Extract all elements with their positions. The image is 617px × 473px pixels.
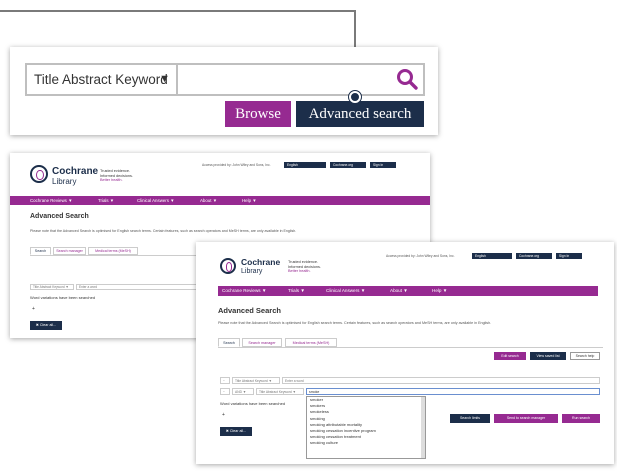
field-select[interactable]: Title Abstract Keyword ▼ bbox=[27, 65, 178, 94]
tab-mesh[interactable]: Medical terms (MeSH) bbox=[88, 247, 138, 255]
nav-help[interactable]: Help ▼ bbox=[242, 196, 257, 205]
row-minus-icon[interactable]: − bbox=[220, 377, 230, 384]
page-title: Advanced Search bbox=[30, 213, 89, 220]
tab-search[interactable]: Search bbox=[30, 247, 51, 255]
nav-clinical-answers[interactable]: Clinical Answers ▼ bbox=[326, 286, 365, 296]
field-select-label: Title Abstract Keyword bbox=[34, 72, 168, 87]
cochrane-logo-icon bbox=[220, 258, 236, 274]
cochrane-org-link[interactable]: Cochrane.org bbox=[330, 162, 366, 168]
nav-about[interactable]: About ▼ bbox=[200, 196, 217, 205]
nav-help[interactable]: Help ▼ bbox=[432, 286, 447, 296]
tab-mesh[interactable]: Medical terms (MeSH) bbox=[285, 338, 337, 347]
nav-trials[interactable]: Trials ▼ bbox=[98, 196, 114, 205]
suggestion-item[interactable]: smoking culture bbox=[307, 440, 425, 446]
callout-line bbox=[0, 10, 356, 12]
advanced-search-screenshot-front: Access provided by: John Wiley and Sons,… bbox=[196, 242, 614, 464]
language-note: Please note that the Advanced Search is … bbox=[218, 321, 492, 325]
logo-title: Cochrane bbox=[241, 257, 281, 267]
access-text: Access provided by: John Wiley and Sons,… bbox=[202, 163, 271, 167]
nav-clinical-answers[interactable]: Clinical Answers ▼ bbox=[137, 196, 175, 205]
tab-search[interactable]: Search bbox=[218, 338, 240, 347]
tab-divider bbox=[218, 347, 603, 348]
main-nav: Cochrane Reviews ▼ Trials ▼ Clinical Ans… bbox=[10, 196, 430, 205]
view-saved-list-button[interactable]: View saved list bbox=[530, 352, 566, 360]
sign-in-link[interactable]: Sign In bbox=[556, 253, 582, 259]
montage: Title Abstract Keyword ▼ Browse Advanced… bbox=[0, 0, 617, 473]
nav-cochrane-reviews[interactable]: Cochrane Reviews ▼ bbox=[222, 286, 266, 296]
send-to-search-manager-button[interactable]: Send to search manager bbox=[494, 414, 558, 423]
advanced-search-button[interactable]: Advanced search bbox=[296, 101, 424, 127]
search-term-input-row1[interactable]: Enter a word bbox=[282, 377, 600, 384]
access-text: Access provided by: John Wiley and Sons,… bbox=[386, 254, 455, 258]
clear-all-button[interactable]: ✖ Clear all... bbox=[30, 321, 62, 330]
caret-down-icon: ▼ bbox=[159, 73, 170, 85]
clear-all-button[interactable]: ✖ Clear all... bbox=[220, 427, 252, 436]
tab-search-manager[interactable]: Search manager bbox=[53, 247, 86, 255]
search-limits-button[interactable]: Search limits bbox=[450, 414, 490, 423]
search-term-input-row2[interactable]: smoke bbox=[306, 388, 600, 395]
logo-title: Cochrane bbox=[52, 166, 99, 177]
logo-subtitle: Library bbox=[52, 177, 77, 186]
search-icon[interactable] bbox=[395, 67, 419, 91]
field-select-row1[interactable]: Title Abstract Keyword ▼ bbox=[232, 377, 280, 384]
word-variations-note: Word variations have been searched bbox=[220, 401, 286, 406]
edit-search-button[interactable]: Edit search bbox=[494, 352, 526, 360]
search-bar: Title Abstract Keyword ▼ bbox=[25, 63, 425, 96]
page-title: Advanced Search bbox=[218, 306, 281, 315]
tab-search-manager[interactable]: Search manager bbox=[242, 338, 282, 347]
field-select-row2[interactable]: Title Abstract Keyword ▼ bbox=[256, 388, 304, 395]
sign-in-link[interactable]: Sign In bbox=[370, 162, 396, 168]
logo-subtitle: Library bbox=[241, 268, 263, 275]
cochrane-logo-icon bbox=[30, 165, 48, 183]
nav-cochrane-reviews[interactable]: Cochrane Reviews ▼ bbox=[30, 196, 72, 205]
add-row-icon[interactable]: + bbox=[32, 306, 35, 312]
add-row-icon[interactable]: + bbox=[222, 412, 225, 418]
callout-dot bbox=[349, 91, 361, 103]
nav-trials[interactable]: Trials ▼ bbox=[288, 286, 305, 296]
main-nav: Cochrane Reviews ▼ Trials ▼ Clinical Ans… bbox=[218, 286, 598, 296]
cochrane-org-link[interactable]: Cochrane.org bbox=[516, 253, 552, 259]
run-search-button[interactable]: Run search bbox=[562, 414, 600, 423]
word-variations-note: Word variations have been searched bbox=[30, 295, 96, 300]
field-select-small[interactable]: Title Abstract Keyword ▼ bbox=[30, 284, 74, 290]
tagline: Trusted evidence. Informed decisions. Bett… bbox=[100, 169, 133, 183]
row-minus-icon-2[interactable]: − bbox=[220, 388, 230, 395]
nav-about[interactable]: About ▼ bbox=[390, 286, 408, 296]
operator-select[interactable]: AND ▼ bbox=[232, 388, 254, 395]
tagline: Trusted evidence. Informed decisions. Bett… bbox=[288, 260, 321, 274]
language-note: Please note that the Advanced Search is … bbox=[30, 229, 297, 233]
language-select[interactable]: English bbox=[472, 253, 512, 259]
browse-button[interactable]: Browse bbox=[225, 101, 291, 127]
search-help-button[interactable]: Search help bbox=[570, 352, 600, 360]
autocomplete-dropdown: smoker smokers smokeless smoking smoking… bbox=[306, 396, 426, 459]
dropdown-scrollbar[interactable] bbox=[421, 397, 425, 458]
language-select[interactable]: English bbox=[284, 162, 326, 168]
search-panel: Title Abstract Keyword ▼ Browse Advanced… bbox=[10, 47, 438, 135]
